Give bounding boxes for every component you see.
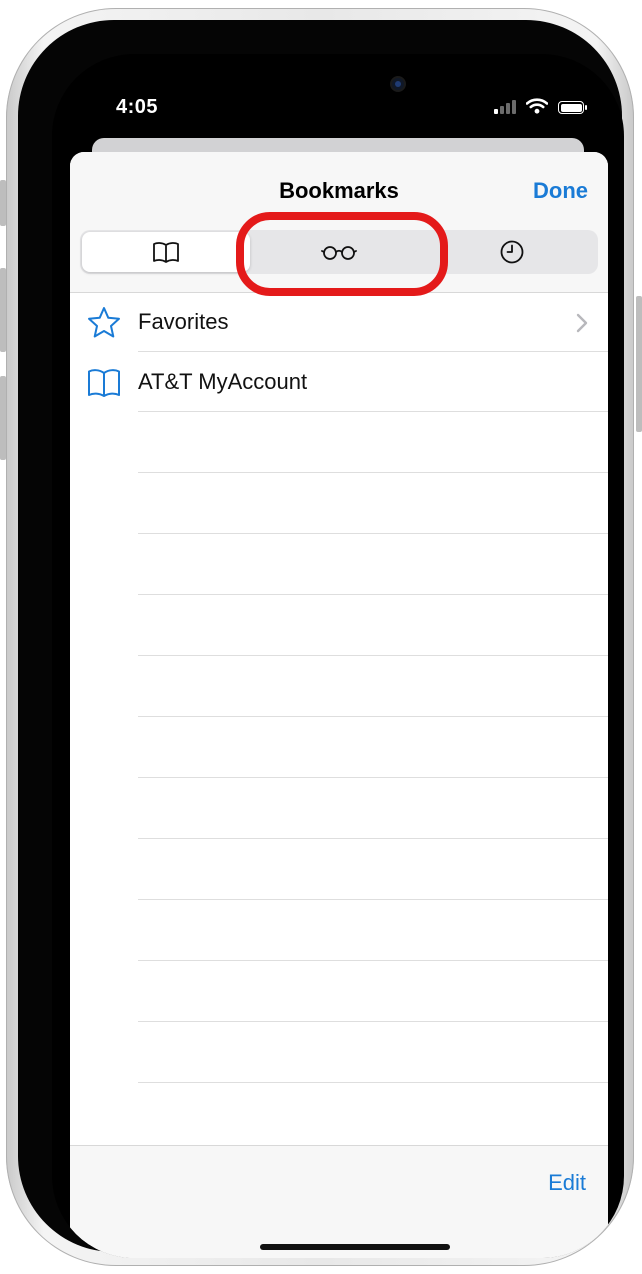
cellular-signal-icon [494,98,516,114]
empty-row [70,961,608,1022]
power-button [636,296,642,432]
empty-row [70,778,608,839]
clock-icon [500,240,524,264]
done-button[interactable]: Done [533,178,588,204]
glasses-icon [321,246,357,260]
sheet-header: Bookmarks Done [70,152,608,296]
empty-row [70,473,608,534]
tab-history[interactable] [428,232,596,272]
empty-row [70,717,608,778]
tab-bookmarks[interactable] [82,232,250,272]
bookmarks-sheet: Bookmarks Done Favorites AT&T MyAccount … [70,152,608,1258]
empty-row [70,1022,608,1083]
list-item-label: AT&T MyAccount [138,369,308,394]
bottom-toolbar: Edit [70,1145,608,1258]
sheet-title: Bookmarks [279,178,399,203]
list-item-favorites[interactable]: Favorites [70,292,608,352]
empty-row [70,900,608,961]
edit-button[interactable]: Edit [548,1170,586,1196]
battery-icon [558,101,587,114]
empty-row [70,839,608,900]
screen: 4:05 Bookmarks Done Favorites AT&T MyAcc… [52,54,624,1258]
bookmarks-list: Favorites AT&T MyAccount [70,292,608,1083]
tab-reading-list[interactable] [255,232,423,272]
bookmarks-segmented-control [80,230,598,274]
wifi-icon [526,98,548,114]
silent-switch [0,180,6,226]
volume-down-button [0,376,6,460]
status-time: 4:05 [116,96,159,118]
front-camera [392,78,404,90]
empty-row [70,412,608,473]
list-item-label: Favorites [138,309,229,334]
volume-up-button [0,268,6,352]
list-item-att-myaccount[interactable]: AT&T MyAccount [70,352,608,412]
divider [138,1082,608,1083]
chevron-right-icon [576,313,588,333]
status-icons [494,98,587,114]
book-icon [153,242,179,263]
book-icon [88,369,120,397]
empty-row [70,656,608,717]
star-icon [88,307,120,338]
home-indicator[interactable] [260,1244,450,1250]
empty-row [70,595,608,656]
phone-bezel: 4:05 Bookmarks Done Favorites AT&T MyAcc… [18,20,624,1258]
empty-row [70,534,608,595]
